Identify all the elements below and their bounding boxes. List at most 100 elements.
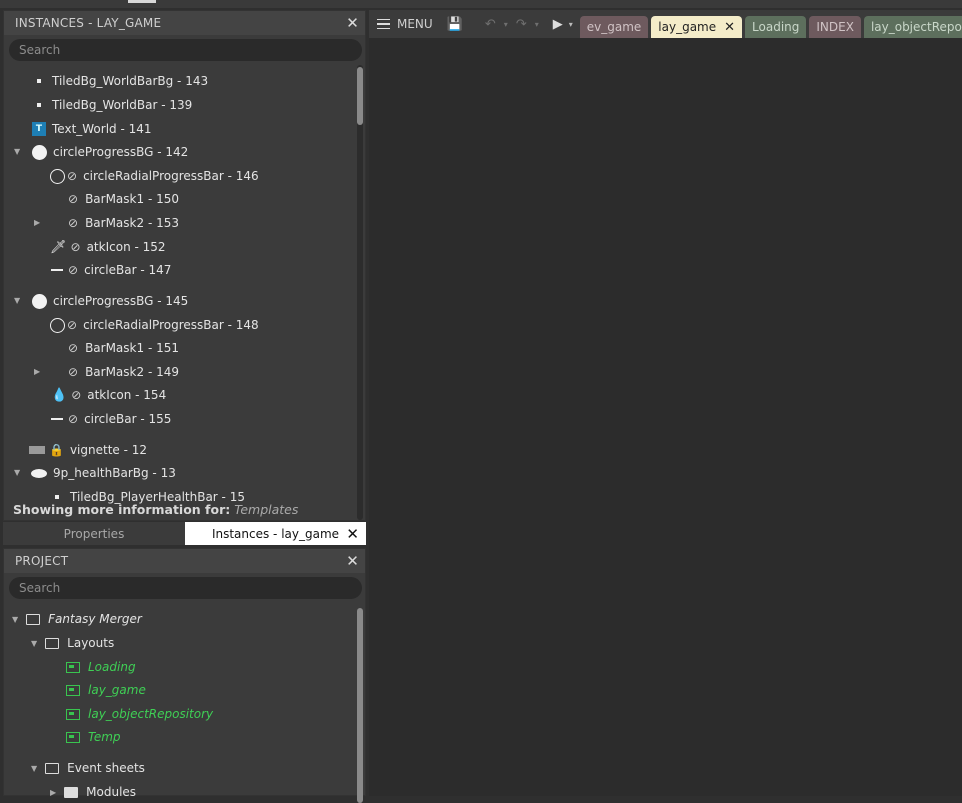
tree-row[interactable]: ⊘ BarMask1 - 150 [68, 188, 179, 210]
tab-ev-game[interactable]: ev_game [579, 16, 649, 38]
tree-row[interactable]: ▶ ⊘ BarMask2 - 153 [34, 212, 179, 234]
tree-row[interactable]: 💧 ⊘ atkIcon - 154 [51, 384, 166, 406]
lock-icon[interactable]: 🔒 [49, 443, 64, 457]
instances-search-input[interactable] [9, 39, 362, 61]
tree-row[interactable]: ⊘ circleBar - 155 [51, 408, 171, 430]
close-tab-icon[interactable]: ✕ [724, 20, 735, 35]
tree-row[interactable]: ⊘ BarMask1 - 151 [68, 337, 179, 359]
expand-arrow-down-icon[interactable]: ▼ [14, 296, 20, 305]
tab-lay-object-repository[interactable]: lay_objectReposit [863, 16, 962, 38]
circle-sprite-icon [32, 293, 47, 309]
save-icon[interactable]: 💾 [441, 17, 469, 32]
folder-icon [45, 762, 60, 774]
event-sheets-folder-row[interactable]: ▼ Event sheets [31, 757, 145, 779]
layout-editor-area[interactable] [369, 38, 962, 796]
tree-row[interactable]: ⊘ circleRadialProgressBar - 146 [50, 165, 259, 187]
tree-row[interactable]: ⊘ circleRadialProgressBar - 148 [50, 314, 259, 336]
expand-arrow-down-icon[interactable]: ▼ [12, 615, 18, 624]
layout-icon [66, 708, 80, 720]
sprite-icon [37, 103, 41, 107]
tab-index[interactable]: INDEX [809, 16, 861, 38]
instances-tree: TiledBg_WorldBarBg - 143 TiledBg_WorldBa… [4, 65, 365, 520]
hidden-eye-icon[interactable]: ⊘ [68, 216, 78, 230]
expand-arrow-right-icon[interactable]: ▶ [34, 218, 40, 227]
tree-row-label: BarMask1 - 150 [85, 192, 179, 206]
tab-loading[interactable]: Loading [745, 16, 807, 38]
hidden-eye-icon[interactable]: ⊘ [68, 263, 78, 277]
instances-scrollbar-thumb[interactable] [357, 67, 363, 125]
sprite-icon [55, 495, 59, 499]
tab-instances[interactable]: Instances - lay_game ✕ [185, 522, 366, 545]
layout-item-temp[interactable]: Temp [66, 726, 121, 748]
main-toolbar: MENU 💾 ↶ ▾ ↷ ▾ ▶ ▾ ev_game lay_game ✕ Loa… [369, 10, 962, 38]
tree-row[interactable]: ⊘ circleBar - 147 [51, 259, 171, 281]
hidden-eye-icon[interactable]: ⊘ [67, 169, 77, 183]
tree-row[interactable]: ▼ circleProgressBG - 145 [14, 290, 188, 312]
tree-row-label: circleRadialProgressBar - 146 [83, 169, 259, 183]
project-search-input[interactable] [9, 577, 362, 599]
close-project-panel-icon[interactable]: ✕ [346, 552, 359, 570]
project-scrollbar-thumb[interactable] [357, 608, 363, 803]
expand-arrow-right-icon[interactable]: ▶ [34, 367, 40, 376]
modules-folder-row[interactable]: ▶ Modules [50, 781, 136, 803]
expand-arrow-right-icon[interactable]: ▶ [50, 788, 56, 797]
tree-row-label: atkIcon - 152 [86, 240, 166, 254]
tab-lay-game[interactable]: lay_game ✕ [651, 16, 743, 38]
preview-play-icon[interactable]: ▶ [551, 17, 565, 32]
ring-sprite-icon [50, 317, 65, 333]
bottom-panel-tabs: Properties Instances - lay_game ✕ [3, 522, 366, 545]
tree-row[interactable]: 🔒 vignette - 12 [29, 439, 147, 461]
hidden-eye-icon[interactable]: ⊘ [68, 341, 78, 355]
play-dropdown-icon[interactable]: ▾ [565, 20, 577, 29]
project-panel-title: PROJECT [15, 554, 69, 568]
hidden-eye-icon[interactable]: ⊘ [68, 365, 78, 379]
expand-arrow-down-icon[interactable]: ▼ [14, 147, 20, 156]
tree-row[interactable]: TiledBg_WorldBar - 139 [32, 94, 192, 116]
project-root-row[interactable]: ▼ Fantasy Merger [12, 608, 142, 630]
tree-row[interactable]: ▼ 9p_healthBarBg - 13 [14, 462, 176, 484]
layout-item-loading[interactable]: Loading [66, 656, 136, 678]
folder-icon [26, 613, 41, 625]
tree-row[interactable]: ▶ ⊘ BarMask2 - 149 [34, 361, 179, 383]
potion-drop-icon: 💧 [51, 387, 68, 403]
hidden-eye-icon[interactable]: ⊘ [67, 318, 77, 332]
tree-row[interactable]: T Text_World - 141 [32, 118, 152, 140]
expand-arrow-down-icon[interactable]: ▼ [31, 764, 37, 773]
sword-icon: 🗡 [50, 239, 67, 255]
layout-item-lay-object-repository[interactable]: lay_objectRepository [66, 703, 213, 725]
more-info-value[interactable]: Templates [234, 502, 298, 517]
layout-label: lay_objectRepository [88, 707, 214, 721]
hidden-eye-icon[interactable]: ⊘ [71, 240, 81, 254]
undo-icon[interactable]: ↶ [479, 17, 502, 32]
tree-row-label: circleBar - 147 [84, 263, 172, 277]
layouts-folder-label: Layouts [67, 636, 115, 650]
redo-dropdown-icon[interactable]: ▾ [533, 20, 541, 29]
tab-properties[interactable]: Properties [3, 522, 185, 545]
bar-sprite-icon [51, 269, 63, 271]
tree-row[interactable]: TiledBg_WorldBarBg - 143 [32, 70, 208, 92]
redo-icon[interactable]: ↷ [510, 17, 533, 32]
hamburger-icon [377, 19, 390, 29]
project-panel: PROJECT ✕ ▼ Fantasy Merger ▼ Layouts Loa… [3, 548, 366, 803]
bar-sprite-icon [51, 418, 63, 420]
tree-row-label: vignette - 12 [69, 443, 148, 457]
instances-scrollbar-track[interactable] [357, 65, 363, 520]
layout-item-lay-game[interactable]: lay_game [66, 679, 146, 701]
hidden-eye-icon[interactable]: ⊘ [68, 412, 78, 426]
undo-dropdown-icon[interactable]: ▾ [502, 20, 510, 29]
tab-label: lay_game [658, 20, 717, 34]
sprite-icon [37, 79, 41, 83]
tree-row[interactable]: ▼ circleProgressBG - 142 [14, 141, 188, 163]
menu-button[interactable]: MENU [369, 10, 441, 38]
tree-row-label: circleProgressBG - 142 [53, 145, 189, 159]
layout-label: lay_game [88, 683, 146, 697]
expand-arrow-down-icon[interactable]: ▼ [31, 639, 37, 648]
hidden-eye-icon[interactable]: ⊘ [71, 388, 81, 402]
tree-row[interactable]: 🗡 ⊘ atkIcon - 152 [50, 236, 166, 258]
close-instances-panel-icon[interactable]: ✕ [346, 14, 359, 32]
close-tab-icon[interactable]: ✕ [346, 525, 359, 543]
event-sheets-folder-label: Event sheets [67, 761, 145, 775]
expand-arrow-down-icon[interactable]: ▼ [14, 468, 20, 477]
hidden-eye-icon[interactable]: ⊘ [68, 192, 78, 206]
layouts-folder-row[interactable]: ▼ Layouts [31, 632, 114, 654]
